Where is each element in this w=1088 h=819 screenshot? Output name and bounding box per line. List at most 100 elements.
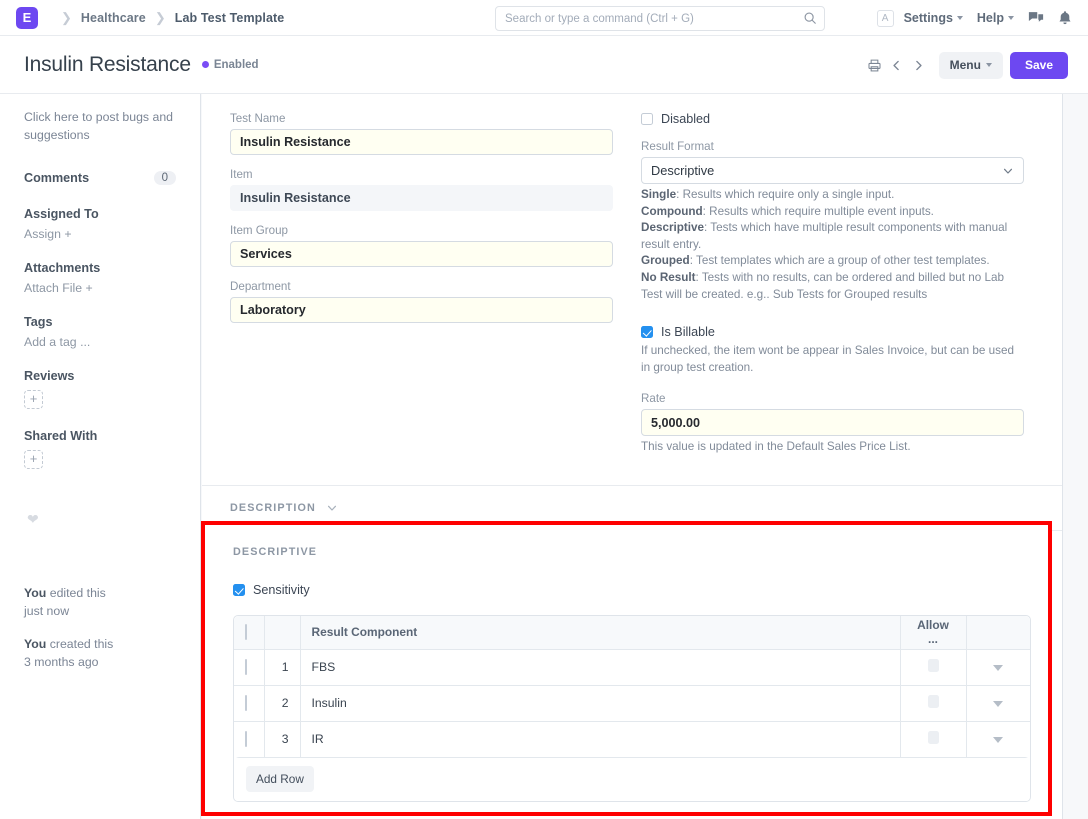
item-input[interactable]: Insulin Resistance [230, 185, 613, 211]
field-sensitivity[interactable]: Sensitivity [233, 583, 1020, 597]
activity-log: You edited this just now You created thi… [24, 584, 176, 672]
notifications-bell-icon[interactable] [1058, 10, 1072, 26]
row-allow-cell[interactable] [900, 685, 966, 721]
sidebar-attachments: Attachments Attach File + [24, 261, 176, 295]
row-checkbox[interactable] [245, 731, 247, 747]
field-rate: Rate 5,000.00 This value is updated in t… [641, 392, 1024, 456]
plus-icon: + [86, 281, 93, 295]
table-row[interactable]: 1 FBS [234, 649, 1030, 685]
reviews-label: Reviews [24, 369, 176, 383]
result-component-header[interactable]: Result Component [300, 616, 900, 649]
row-expand-cell[interactable] [966, 685, 1030, 721]
chevron-down-icon [986, 63, 992, 67]
result-format-select[interactable]: Descriptive [641, 157, 1024, 184]
activity-action: created this [46, 637, 113, 651]
add-row-button[interactable]: Add Row [246, 766, 314, 792]
descriptive-section-title: DESCRIPTIVE [233, 546, 1020, 558]
field-result-format: Result Format Descriptive Single: Result… [641, 140, 1024, 303]
avatar[interactable]: A [877, 10, 894, 27]
select-all-checkbox[interactable] [245, 624, 247, 640]
table-head: Result Component Allow ... [234, 616, 1030, 649]
item-group-label: Item Group [230, 224, 613, 237]
search-icon [803, 11, 817, 25]
page-header: Insulin Resistance Enabled Menu Save [0, 36, 1088, 94]
field-item-group: Item Group Services [230, 224, 613, 267]
row-expand-cell[interactable] [966, 649, 1030, 685]
descriptive-section: DESCRIPTIVE Sensitivity Result Component… [205, 525, 1048, 802]
is-billable-label: Is Billable [661, 325, 715, 339]
row-result-component[interactable]: Insulin [300, 685, 900, 721]
add-review-button[interactable]: + [24, 390, 43, 409]
sidebar-bug-note[interactable]: Click here to post bugs and suggestions [24, 109, 176, 145]
rate-label: Rate [641, 392, 1024, 405]
row-menu-header [966, 616, 1030, 649]
rate-input[interactable]: 5,000.00 [641, 409, 1024, 436]
print-icon[interactable] [864, 52, 886, 78]
assign-label: Assign [24, 227, 61, 241]
shared-with-label: Shared With [24, 429, 176, 443]
global-search[interactable] [495, 6, 825, 31]
department-input[interactable]: Laboratory [230, 297, 613, 323]
breadcrumb-lab-test-template[interactable]: Lab Test Template [175, 11, 285, 25]
result-format-value: Descriptive [651, 163, 714, 178]
assign-button[interactable]: Assign + [24, 227, 72, 241]
is-billable-checkbox[interactable] [641, 326, 653, 338]
help-term-no-result: No Result [641, 271, 696, 284]
allow-placeholder [928, 731, 939, 744]
add-tag-input[interactable]: Add a tag ... [24, 335, 90, 349]
allow-placeholder [928, 695, 939, 708]
field-disabled[interactable]: Disabled [641, 112, 1024, 126]
activity-actor: You [24, 586, 46, 600]
page-header-actions: Menu Save [864, 36, 1068, 94]
breadcrumb-healthcare[interactable]: Healthcare [81, 11, 146, 25]
row-result-component[interactable]: FBS [300, 649, 900, 685]
attach-file-button[interactable]: Attach File + [24, 281, 93, 295]
allow-header[interactable]: Allow ... [900, 616, 966, 649]
table-row[interactable]: 3 IR [234, 721, 1030, 757]
test-name-label: Test Name [230, 112, 613, 125]
menu-label: Menu [950, 58, 981, 72]
row-index: 1 [264, 649, 300, 685]
row-result-component[interactable]: IR [300, 721, 900, 757]
item-label: Item [230, 168, 613, 181]
test-name-input[interactable]: Insulin Resistance [230, 129, 613, 155]
settings-menu[interactable]: Settings [904, 11, 963, 25]
search-input[interactable] [495, 6, 825, 31]
row-checkbox[interactable] [245, 695, 247, 711]
select-all-header [234, 616, 264, 649]
disabled-checkbox[interactable] [641, 113, 653, 125]
help-term-descriptive: Descriptive [641, 221, 704, 234]
sensitivity-checkbox[interactable] [233, 584, 245, 596]
attach-file-label: Attach File [24, 281, 82, 295]
sidebar-comments[interactable]: Comments 0 [24, 171, 176, 185]
sidebar-shared-with: Shared With + [24, 429, 176, 469]
chevron-down-icon [1002, 165, 1014, 177]
menu-button[interactable]: Menu [939, 52, 1003, 79]
chevron-down-icon[interactable] [993, 701, 1003, 707]
row-expand-cell[interactable] [966, 721, 1030, 757]
attachments-label: Attachments [24, 261, 176, 275]
chevron-down-icon[interactable] [993, 665, 1003, 671]
main-content: Test Name Insulin Resistance Item Insuli… [201, 94, 1088, 819]
is-billable-help: If unchecked, the item wont be appear in… [641, 343, 1024, 376]
save-button[interactable]: Save [1010, 52, 1068, 79]
previous-document-icon[interactable] [886, 52, 908, 78]
breadcrumb-separator-icon: ❯ [155, 11, 166, 24]
help-menu[interactable]: Help [977, 11, 1014, 25]
next-document-icon[interactable] [908, 52, 930, 78]
assigned-to-label: Assigned To [24, 207, 176, 221]
chevron-down-icon[interactable] [993, 737, 1003, 743]
row-allow-cell[interactable] [900, 721, 966, 757]
table-row[interactable]: 2 Insulin [234, 685, 1030, 721]
row-checkbox[interactable] [245, 659, 247, 675]
app-logo[interactable]: E [16, 7, 38, 29]
field-is-billable[interactable]: Is Billable [641, 325, 1024, 339]
chevron-down-icon[interactable] [326, 502, 338, 514]
comments-label: Comments [24, 171, 89, 185]
item-group-input[interactable]: Services [230, 241, 613, 267]
chat-icon[interactable] [1028, 10, 1044, 26]
add-share-button[interactable]: + [24, 450, 43, 469]
like-heart-icon[interactable]: ❤ [27, 511, 176, 528]
row-allow-cell[interactable] [900, 649, 966, 685]
activity-time: just now [24, 604, 69, 618]
